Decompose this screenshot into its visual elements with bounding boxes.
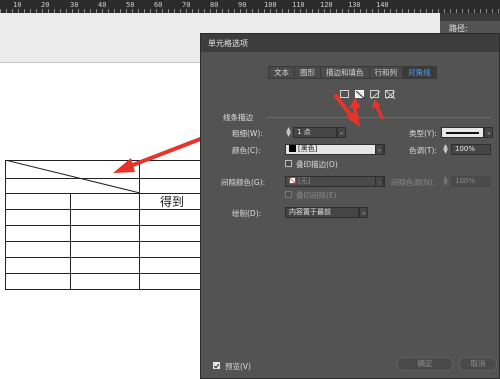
gap-color-field[interactable]: [无] <box>285 176 385 187</box>
weight-dropdown[interactable]: ⌄ <box>337 127 346 138</box>
color-dropdown[interactable]: ⌄ <box>375 144 384 155</box>
draw-field[interactable]: 内容置于最前 <box>285 207 359 218</box>
ruler-label: 110 <box>292 1 305 9</box>
table-cell[interactable] <box>5 241 71 258</box>
tint-label: 色调(T): <box>409 146 437 155</box>
gap-tint-stepper[interactable]: ▲ ▼ <box>442 176 449 187</box>
group-divider <box>266 117 491 118</box>
tab-rows-columns[interactable]: 行和列 <box>369 67 403 78</box>
overprint-gap-checkbox[interactable] <box>285 191 292 198</box>
weight-stepper[interactable]: ▲ ▼ <box>285 127 292 138</box>
tint-stepper[interactable]: ▲ ▼ <box>442 144 449 155</box>
weight-field[interactable]: 1 点 <box>293 127 337 138</box>
table-cell[interactable] <box>70 257 140 274</box>
tab-text[interactable]: 文本 <box>269 67 295 78</box>
ruler-label: 90 <box>238 1 247 9</box>
overprint-stroke-checkbox[interactable] <box>285 160 292 167</box>
ok-button[interactable]: 确定 <box>397 357 453 371</box>
none-swatch-icon <box>289 177 296 184</box>
ruler-label: 20 <box>41 1 50 9</box>
table-cell[interactable] <box>139 257 210 274</box>
ruler-label: 100 <box>264 1 277 9</box>
dialog-tabs: 文本 图形 描边和填色 行和列 对角线 <box>268 66 437 79</box>
weight-label: 粗细(W): <box>232 129 263 138</box>
table-cell[interactable] <box>70 209 140 226</box>
stroke-group-title: 线条描边 <box>223 113 253 122</box>
table-cell[interactable] <box>5 273 71 290</box>
table-cell[interactable] <box>70 273 140 290</box>
preview-label: 预览(V) <box>225 362 251 371</box>
ruler-label: 70 <box>182 1 191 9</box>
gap-color-label: 间隙颜色(G): <box>221 178 266 187</box>
table-cell[interactable] <box>5 209 71 226</box>
tab-strokes-fills[interactable]: 描边和填色 <box>321 67 370 78</box>
table-cell[interactable] <box>139 241 210 258</box>
diagonal-cross-icon[interactable] <box>385 90 395 99</box>
table-cell-diagonal[interactable] <box>5 178 140 194</box>
gap-tint-field[interactable]: 100% <box>451 176 491 187</box>
panel-strip <box>440 13 500 21</box>
stroke-type-field[interactable] <box>441 127 484 138</box>
table-cell[interactable] <box>5 257 71 274</box>
table-cell[interactable] <box>70 241 140 258</box>
ruler-label: 30 <box>70 1 79 9</box>
table-cell[interactable] <box>139 178 210 194</box>
stroke-type-dropdown[interactable]: ⌄ <box>484 127 493 138</box>
diagonal-up-icon[interactable] <box>370 90 380 99</box>
cell-options-dialog: 单元格选项 文本 图形 描边和填色 行和列 对角线 线条描边 粗细(W): ▲ ▼… <box>200 33 500 379</box>
draw-label: 绘制(D): <box>232 209 262 218</box>
ruler-label: 140 <box>376 1 389 9</box>
overprint-stroke-label: 叠印描边(O) <box>296 160 338 169</box>
table-cell[interactable] <box>139 225 210 242</box>
table-cell[interactable] <box>139 160 210 179</box>
gap-tint-label: 间隙色调(N): <box>391 178 435 187</box>
stroke-type-preview <box>446 132 479 134</box>
ruler-label: 60 <box>154 1 163 9</box>
table-cell[interactable] <box>70 225 140 242</box>
color-value: [黑色] <box>298 145 318 153</box>
gap-color-dropdown[interactable]: ⌄ <box>375 176 384 187</box>
ruler-label: 40 <box>98 1 107 9</box>
table-cell[interactable] <box>139 209 210 226</box>
preview-checkbox[interactable] <box>213 362 220 369</box>
horizontal-ruler: 10 20 30 40 50 60 70 80 90 100 110 120 1… <box>0 0 500 13</box>
tab-graphic[interactable]: 图形 <box>295 67 321 78</box>
color-swatch <box>289 145 296 152</box>
draw-dropdown[interactable]: ⌄ <box>359 207 368 218</box>
dialog-title: 单元格选项 <box>201 34 499 52</box>
ruler-label: 130 <box>348 1 361 9</box>
type-label: 类型(Y): <box>409 129 437 138</box>
ruler-label: 120 <box>320 1 333 9</box>
gap-color-value: [无] <box>298 177 311 185</box>
color-label: 颜色(C): <box>232 146 261 155</box>
no-diagonal-icon[interactable] <box>340 90 349 98</box>
tab-diagonal[interactable]: 对角线 <box>403 67 436 78</box>
ruler-label: 50 <box>126 1 135 9</box>
overprint-gap-label: 叠印间隙(E) <box>296 191 337 200</box>
ruler-label: 80 <box>210 1 219 9</box>
diagonal-down-icon[interactable] <box>355 90 365 99</box>
cancel-button[interactable]: 取消 <box>459 357 497 371</box>
table-cell[interactable] <box>5 225 71 242</box>
table-cell[interactable] <box>139 273 210 290</box>
document-table[interactable] <box>5 160 210 290</box>
ruler-label: 10 <box>13 1 22 9</box>
table-cell-diagonal[interactable] <box>5 160 140 179</box>
table-cell[interactable] <box>70 193 140 210</box>
cell-text: 得到 <box>160 195 185 209</box>
tint-field[interactable]: 100% <box>451 144 491 155</box>
color-field[interactable]: [黑色] <box>285 144 385 155</box>
table-cell[interactable] <box>5 193 71 210</box>
